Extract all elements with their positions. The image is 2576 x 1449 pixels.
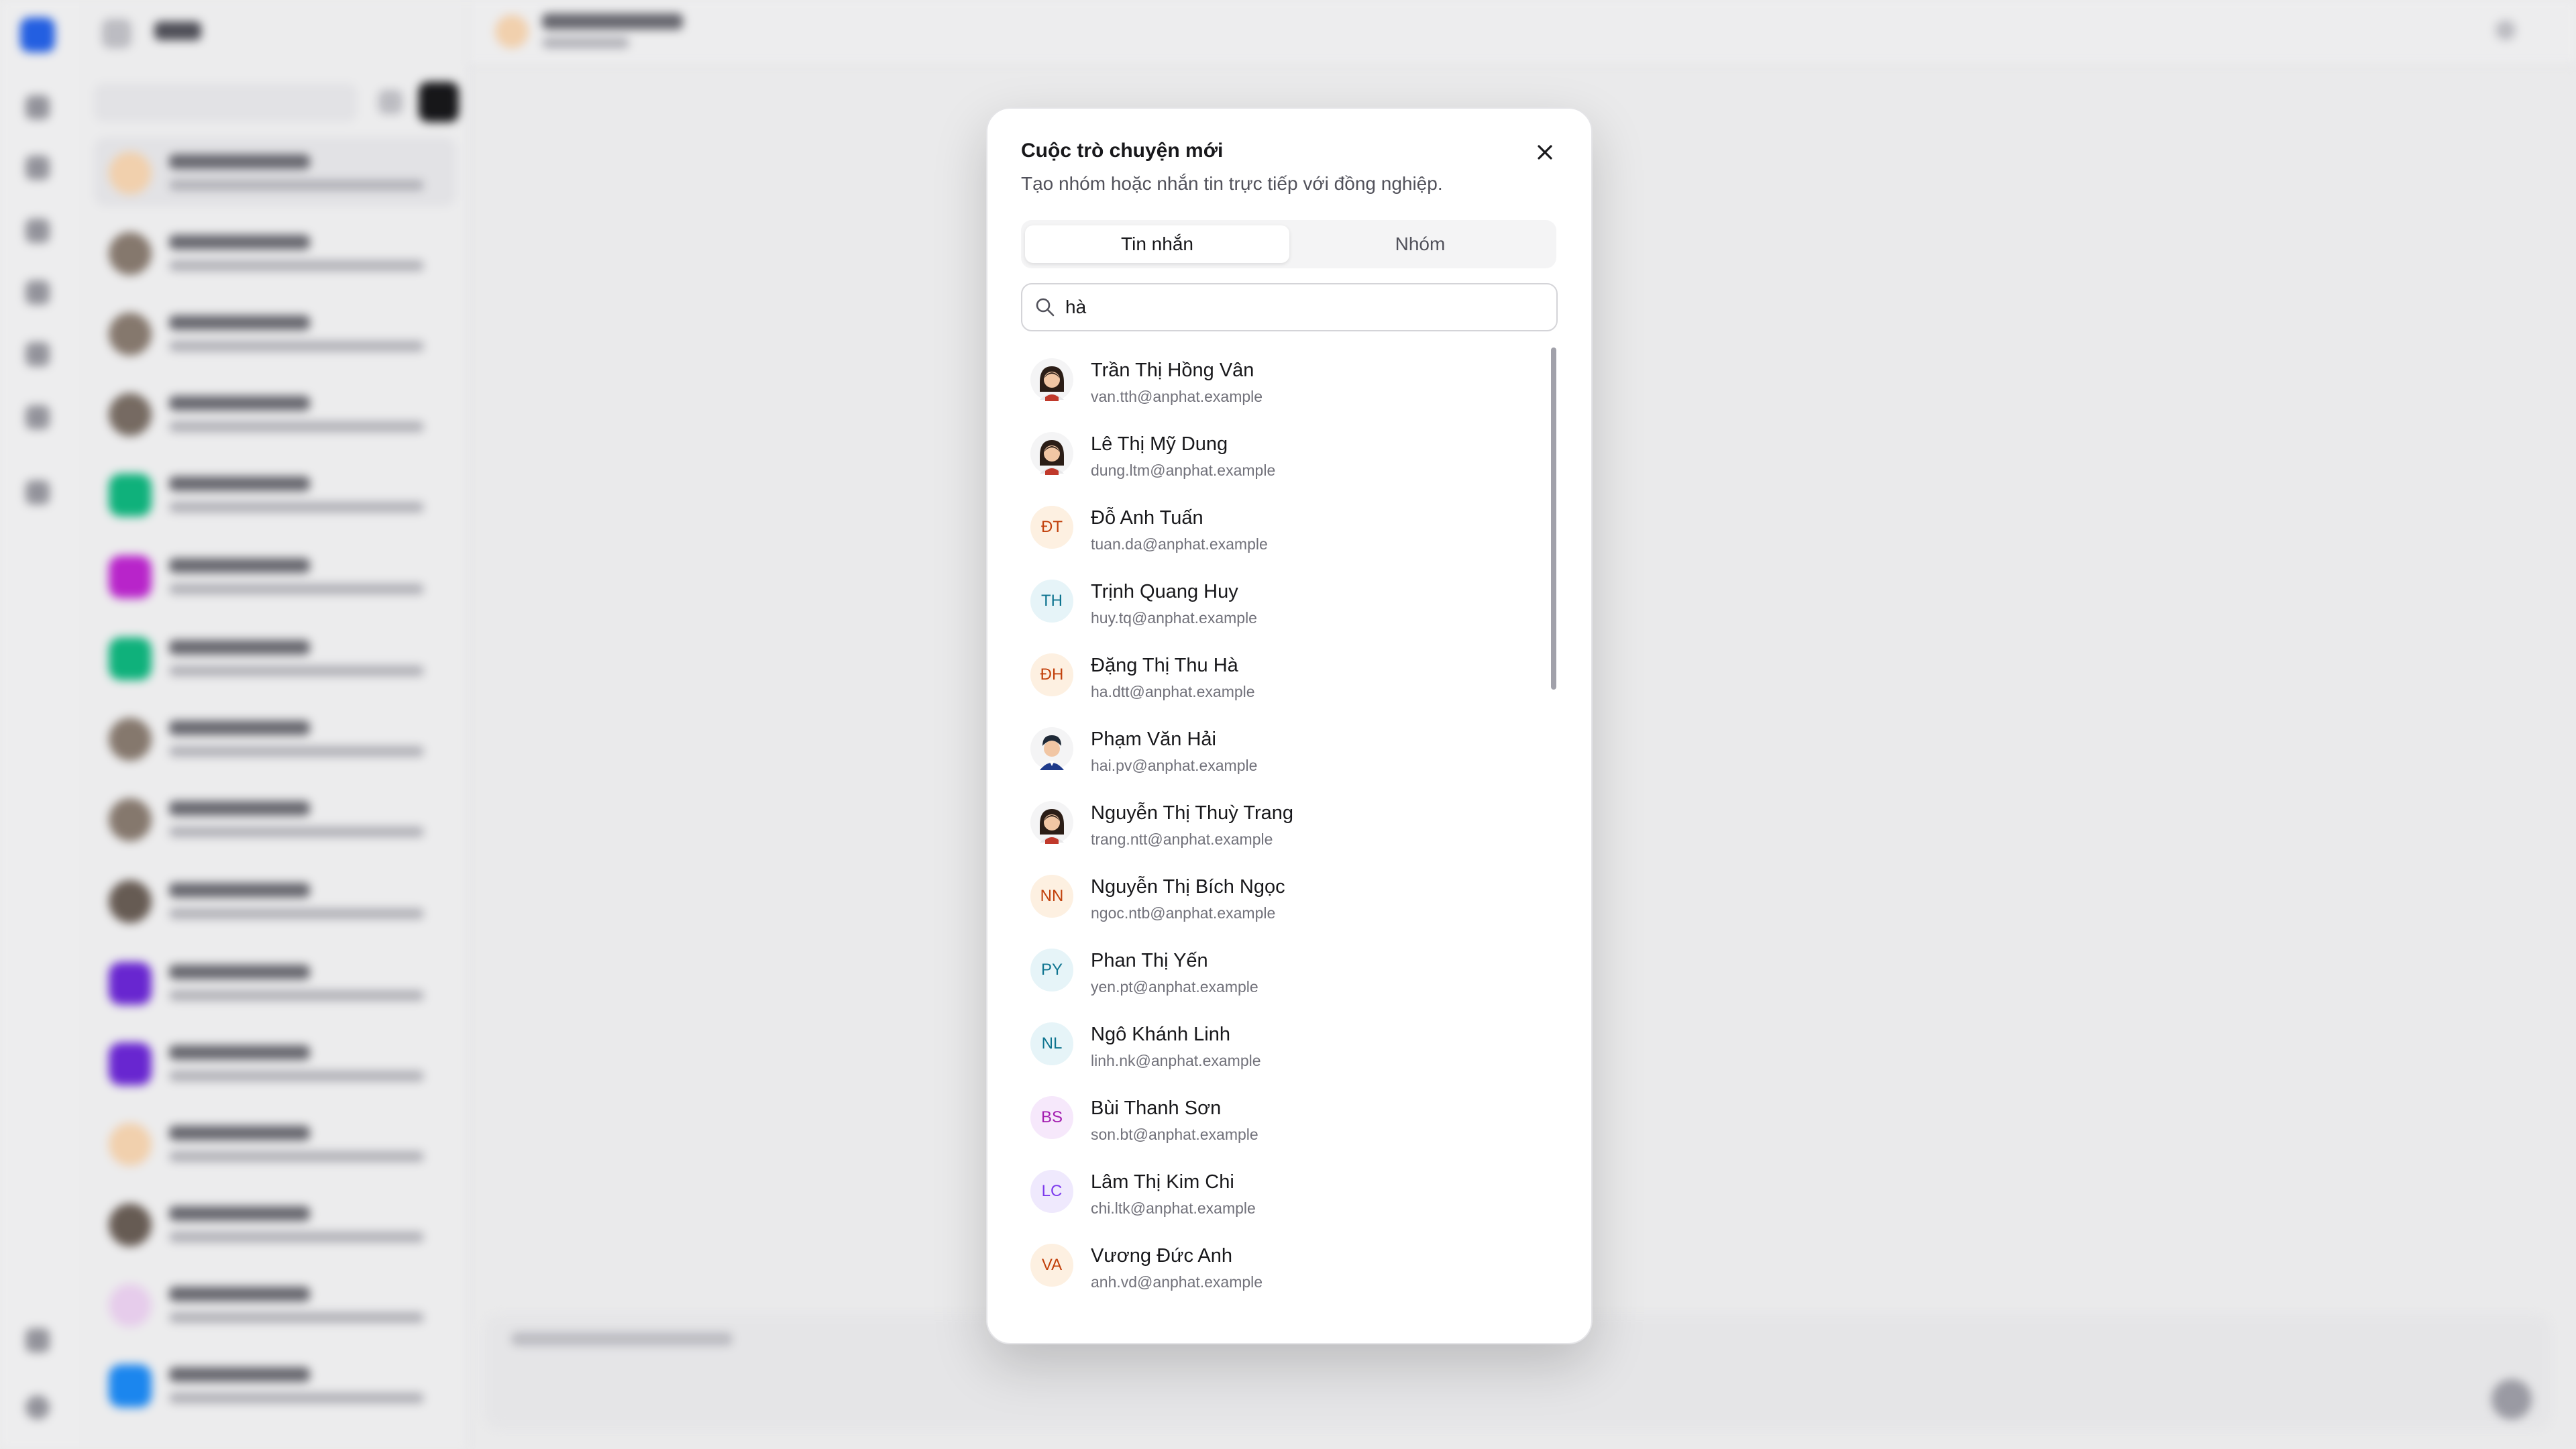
contact-name: Phan Thị Yến [1091, 950, 1208, 971]
close-icon [1538, 145, 1552, 160]
contact-search [1021, 283, 1558, 331]
contact-avatar-initials: ĐT [1030, 506, 1073, 549]
contact-name: Nguyễn Thị Thuỳ Trang [1091, 802, 1293, 824]
contact-name: Vương Đức Anh [1091, 1245, 1233, 1267]
contact-name: Nguyễn Thị Bích Ngọc [1091, 876, 1285, 898]
contact-avatar-initials: NL [1030, 1022, 1073, 1065]
contact-email: son.bt@anphat.example [1091, 1126, 1258, 1143]
contact-email: huy.tq@anphat.example [1091, 609, 1257, 627]
contact-row[interactable]: BS Bùi Thanh Sơn son.bt@anphat.example [1021, 1081, 1538, 1154]
contact-row[interactable]: Nguyễn Thị Thuỳ Trang trang.ntt@anphat.ex… [1021, 786, 1538, 859]
contact-name: Trần Thị Hồng Vân [1091, 360, 1254, 381]
contact-row[interactable]: LC Lâm Thị Kim Chi chi.ltk@anphat.example [1021, 1155, 1538, 1228]
contact-name: Lê Thị Mỹ Dung [1091, 433, 1228, 455]
contact-avatar-photo [1030, 358, 1073, 401]
contact-email: dung.ltm@anphat.example [1091, 462, 1276, 479]
contact-name: Lâm Thị Kim Chi [1091, 1171, 1234, 1193]
contact-row[interactable]: PY Phan Thị Yến yen.pt@anphat.example [1021, 934, 1538, 1006]
contact-row[interactable]: TH Trịnh Quang Huy huy.tq@anphat.example [1021, 565, 1538, 637]
contact-email: ngoc.ntb@anphat.example [1091, 904, 1276, 922]
contact-avatar-photo [1030, 727, 1073, 770]
contact-name: Đỗ Anh Tuấn [1091, 507, 1203, 529]
contact-name: Phạm Văn Hải [1091, 729, 1216, 750]
contact-email: hai.pv@anphat.example [1091, 757, 1258, 774]
contact-avatar-initials: LC [1030, 1170, 1073, 1213]
contact-avatar-photo [1030, 432, 1073, 475]
contact-email: anh.vd@anphat.example [1091, 1273, 1263, 1291]
search-icon [1036, 298, 1055, 317]
contact-avatar-initials: ĐH [1030, 653, 1073, 696]
contact-list: Trần Thị Hồng Vân van.tth@anphat.example L… [1021, 343, 1566, 1343]
contact-email: trang.ntt@anphat.example [1091, 830, 1273, 848]
list-scrollbar[interactable] [1551, 347, 1556, 690]
contact-avatar-initials: NN [1030, 875, 1073, 918]
new-conversation-dialog: Cuộc trò chuyện mới Tạo nhóm hoặc nhắn t… [986, 107, 1593, 1344]
contact-avatar-initials: PY [1030, 949, 1073, 991]
contact-email: ha.dtt@anphat.example [1091, 683, 1255, 700]
contact-email: tuan.da@anphat.example [1091, 535, 1268, 553]
contact-row[interactable]: NN Nguyễn Thị Bích Ngọc ngoc.ntb@anphat.ex… [1021, 860, 1538, 932]
contact-name: Đặng Thị Thu Hà [1091, 655, 1238, 676]
contact-email: linh.nk@anphat.example [1091, 1052, 1261, 1069]
contact-name: Trịnh Quang Huy [1091, 581, 1238, 602]
search-input[interactable] [1065, 291, 1535, 323]
contact-email: van.tth@anphat.example [1091, 388, 1263, 405]
dialog-subtitle: Tạo nhóm hoặc nhắn tin trực tiếp với đồn… [1021, 173, 1443, 194]
dialog-title: Cuộc trò chuyện mới [1021, 140, 1224, 162]
contact-row[interactable]: Phạm Văn Hải hai.pv@anphat.example [1021, 712, 1538, 785]
tab-direct-message[interactable]: Tin nhắn [1025, 225, 1289, 263]
contact-row[interactable]: ĐH Đặng Thị Thu Hà ha.dtt@anphat.example [1021, 639, 1538, 711]
contact-name: Ngô Khánh Linh [1091, 1024, 1230, 1045]
contact-row[interactable]: VA Vương Đức Anh anh.vd@anphat.example [1021, 1229, 1538, 1301]
contact-row[interactable]: NL Ngô Khánh Linh linh.nk@anphat.example [1021, 1008, 1538, 1080]
contact-row[interactable]: Trần Thị Hồng Vân van.tth@anphat.example [1021, 343, 1538, 416]
contact-avatar-initials: BS [1030, 1096, 1073, 1139]
contact-avatar-photo [1030, 801, 1073, 844]
contact-email: yen.pt@anphat.example [1091, 978, 1258, 996]
conversation-type-tabs: Tin nhắn Nhóm [1021, 220, 1556, 268]
contact-email: chi.ltk@anphat.example [1091, 1199, 1256, 1217]
contact-name: Bùi Thanh Sơn [1091, 1097, 1222, 1119]
contact-row[interactable]: ĐT Đỗ Anh Tuấn tuan.da@anphat.example [1021, 491, 1538, 564]
contact-row[interactable]: Lê Thị Mỹ Dung dung.ltm@anphat.example [1021, 417, 1538, 490]
close-button[interactable] [1528, 136, 1562, 169]
contact-avatar-initials: TH [1030, 580, 1073, 623]
contact-avatar-initials: VA [1030, 1244, 1073, 1287]
tab-group[interactable]: Nhóm [1288, 225, 1552, 263]
